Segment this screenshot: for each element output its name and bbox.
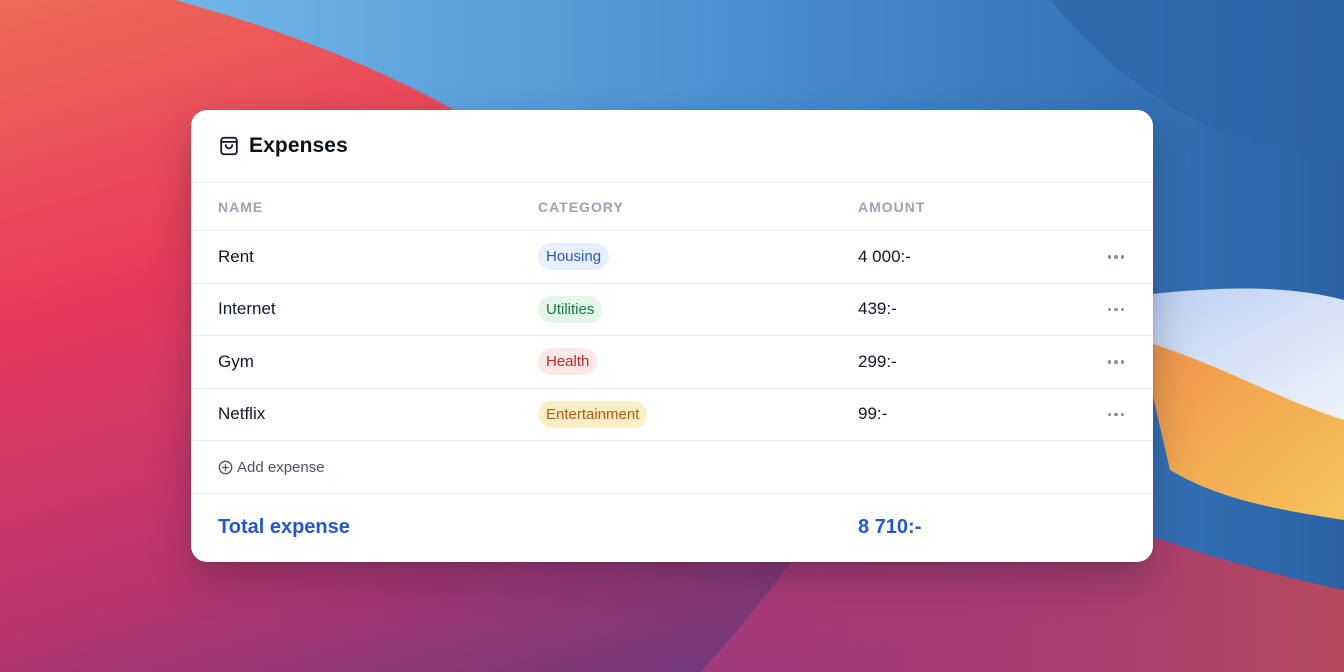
table-header: NAME CATEGORY AMOUNT	[191, 183, 1153, 231]
expense-name: Rent	[218, 246, 254, 266]
expense-name: Netflix	[218, 404, 266, 424]
category-badge: Entertainment	[538, 400, 648, 428]
more-horizontal-icon[interactable]	[1106, 352, 1126, 372]
expense-amount: 4 000:-	[858, 246, 911, 266]
expense-amount: 99:-	[858, 404, 888, 424]
expenses-card: Expenses NAME CATEGORY AMOUNT Rent Housi…	[191, 110, 1153, 562]
total-label: Total expense	[218, 515, 350, 538]
expense-name: Gym	[218, 351, 254, 371]
category-badge: Health	[538, 348, 598, 376]
category-badge: Housing	[538, 243, 610, 271]
column-header-name: NAME	[218, 198, 264, 215]
add-expense-button[interactable]: Add expense	[218, 459, 325, 476]
plus-circle-icon	[218, 460, 233, 475]
card-header: Expenses	[191, 110, 1153, 183]
column-header-category: CATEGORY	[538, 198, 624, 215]
table-row: Internet Utilities 439:-	[191, 284, 1153, 336]
expense-name: Internet	[218, 299, 276, 319]
shopping-bag-icon	[218, 135, 240, 157]
category-badge: Utilities	[538, 295, 603, 323]
total-value: 8 710:-	[858, 515, 922, 538]
add-expense-label: Add expense	[237, 458, 325, 476]
column-header-amount: AMOUNT	[858, 198, 926, 215]
total-row: Total expense 8 710:-	[191, 494, 1153, 560]
more-horizontal-icon[interactable]	[1106, 404, 1126, 424]
table-row: Netflix Entertainment 99:-	[191, 389, 1153, 441]
expense-amount: 299:-	[858, 351, 897, 371]
more-horizontal-icon[interactable]	[1106, 247, 1126, 267]
more-horizontal-icon[interactable]	[1106, 299, 1126, 319]
table-row: Rent Housing 4 000:-	[191, 231, 1153, 284]
table-row: Gym Health 299:-	[191, 336, 1153, 389]
expense-amount: 439:-	[858, 299, 897, 319]
add-expense-row: Add expense	[191, 441, 1153, 494]
card-title: Expenses	[249, 134, 348, 157]
